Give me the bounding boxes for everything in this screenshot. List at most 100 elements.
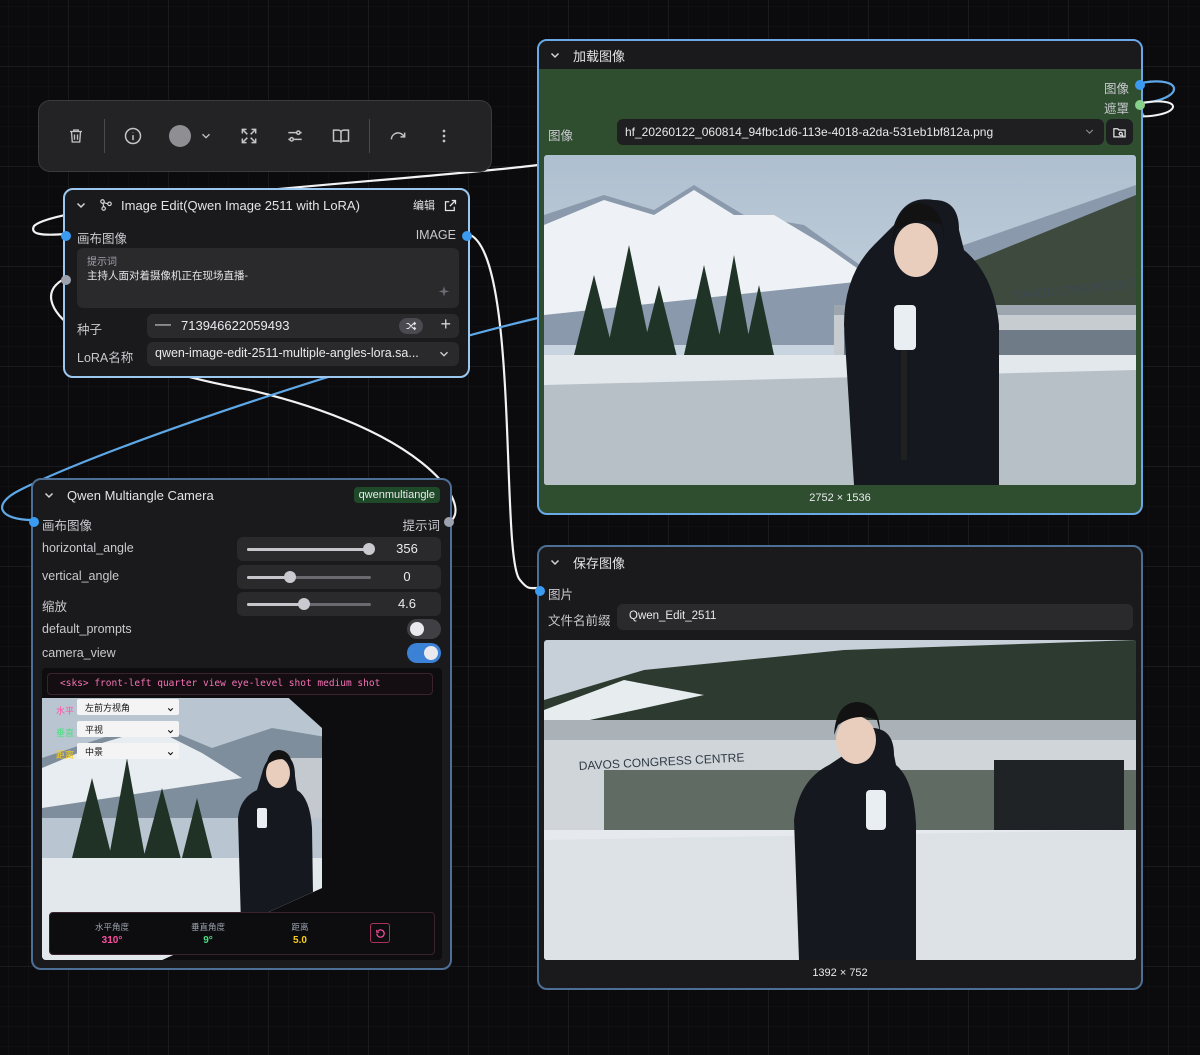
node-toolbar [38, 100, 492, 172]
folder-search-icon [1112, 125, 1127, 143]
camera-view-widget[interactable]: <sks> front-left quarter view eye-level … [42, 668, 442, 960]
node-header[interactable]: 保存图像 [539, 547, 1141, 577]
chevron-down-icon [1083, 125, 1096, 141]
more-vertical-icon[interactable] [421, 116, 467, 156]
chevron-down-icon[interactable] [43, 489, 55, 501]
open-external-icon[interactable] [443, 198, 458, 213]
trash-icon[interactable] [53, 116, 99, 156]
camera-view-toggle[interactable] [407, 643, 441, 663]
node-header[interactable]: Qwen Multiangle Camera qwenmultiangle [33, 480, 450, 510]
output-mask-slot[interactable] [1135, 100, 1145, 110]
image-file-select[interactable]: hf_20260122_060814_94fbc1d6-113e-4018-a2… [617, 119, 1104, 145]
output-image-label: IMAGE [415, 228, 456, 242]
image-dimensions: 2752 × 1536 [809, 492, 871, 504]
randomize-icon[interactable] [399, 318, 423, 334]
prefix-label: 文件名前缀 [548, 614, 611, 628]
input-canvas-slot[interactable] [29, 517, 39, 527]
prefix-value[interactable]: Qwen_Edit_2511 [629, 610, 716, 622]
d-select[interactable]: 中景 [77, 743, 179, 759]
slider-knob[interactable] [298, 598, 311, 610]
vertical-angle-slider[interactable]: 0 [237, 565, 441, 589]
output-image-label: 图像 [1103, 82, 1129, 96]
node-header[interactable]: Image Edit(Qwen Image 2511 with LoRA) 编辑 [65, 190, 468, 220]
vertical-angle-value[interactable]: 0 [387, 569, 427, 584]
plus-icon[interactable]: + [440, 314, 451, 335]
lora-value: qwen-image-edit-2511-multiple-angles-lor… [155, 346, 419, 360]
input-canvas-slot[interactable] [61, 231, 71, 241]
prompt-label: 提示词 [87, 257, 117, 268]
info-icon[interactable] [110, 116, 156, 156]
zoom-label: 缩放 [42, 600, 68, 614]
fit-view-icon[interactable] [226, 116, 272, 156]
node-title: Image Edit(Qwen Image 2511 with LoRA) [121, 197, 360, 213]
toolbar-divider [104, 119, 105, 153]
prefix-input[interactable]: Qwen_Edit_2511 [617, 604, 1133, 630]
color-picker-button[interactable] [156, 125, 226, 147]
color-circle [169, 125, 191, 147]
minus-icon[interactable]: — [155, 316, 171, 334]
multiangle-camera-node[interactable]: Qwen Multiangle Camera qwenmultiangle 画布… [29, 478, 454, 970]
slider-knob[interactable] [284, 571, 297, 583]
save-image-node[interactable]: 保存图像 图片 文件名前缀 Qwen_Edit_2511 DAVOS CONGR… [535, 545, 1143, 990]
chevron-down-icon [166, 724, 175, 739]
reset-icon [375, 928, 385, 938]
sliders-icon[interactable] [272, 116, 318, 156]
horizontal-angle-label: horizontal_angle [42, 541, 134, 555]
input-canvas-label: 画布图像 [77, 232, 128, 246]
seed-value[interactable]: 713946622059493 [181, 318, 289, 333]
subgraph-icon [99, 198, 113, 212]
zoom-value[interactable]: 4.6 [387, 596, 427, 611]
camera-stats-panel: 水平角度 310° 垂直角度 9° 距离 5.0 [49, 912, 435, 955]
image-label: 图像 [548, 129, 574, 143]
prompt-preview-text: <sks> front-left quarter view eye-level … [60, 678, 381, 689]
load-image-node[interactable]: 加载图像 图像 遮罩 图像 hf_20260122_060814_94fbc1d… [537, 39, 1145, 515]
h-select[interactable]: 左前方视角 [77, 699, 179, 715]
horizontal-angle-slider[interactable]: 356 [237, 537, 441, 561]
chevron-down-icon [437, 347, 451, 364]
stat-v-label: 垂直角度 [190, 922, 225, 932]
default-prompts-toggle[interactable] [407, 619, 441, 639]
stat-h-label: 水平角度 [94, 922, 129, 932]
v-select[interactable]: 平视 [77, 721, 179, 737]
chevron-down-icon [202, 133, 210, 139]
h-select-value: 左前方视角 [85, 703, 131, 713]
output-prompt-label: 提示词 [402, 519, 440, 533]
chevron-down-icon[interactable] [75, 199, 87, 211]
prompt-input-slot[interactable] [61, 275, 71, 285]
input-image-slot[interactable] [535, 586, 545, 596]
node-badge: qwenmultiangle [353, 487, 440, 503]
lora-label: LoRA名称 [77, 351, 134, 365]
node-title: 保存图像 [573, 555, 626, 571]
folder-button[interactable] [1106, 119, 1133, 145]
prompt-textarea[interactable]: 提示词 主持人面对着摄像机正在现场直播- [77, 248, 459, 308]
v-select-value: 平视 [85, 725, 104, 735]
redo-icon[interactable] [375, 116, 421, 156]
output-prompt-slot[interactable] [444, 517, 454, 527]
book-icon[interactable] [318, 116, 364, 156]
output-image-slot[interactable] [1135, 80, 1145, 90]
sparkle-icon[interactable] [437, 285, 451, 302]
chevron-down-icon[interactable] [549, 556, 561, 568]
stat-v-value: 9° [203, 935, 213, 946]
output-image-slot[interactable] [462, 231, 472, 241]
camera-view-label: camera_view [42, 646, 116, 660]
chevron-down-icon[interactable] [549, 49, 561, 61]
horizontal-angle-value[interactable]: 356 [387, 541, 427, 556]
seed-stepper[interactable]: — 713946622059493 + [147, 314, 459, 338]
edit-label[interactable]: 编辑 [413, 197, 435, 213]
d-select-label: 距离 [56, 750, 75, 760]
seed-label: 种子 [77, 323, 103, 337]
node-header[interactable]: 加载图像 [539, 41, 1141, 69]
lora-select[interactable]: qwen-image-edit-2511-multiple-angles-lor… [147, 342, 459, 366]
stat-d-value: 5.0 [293, 935, 307, 946]
input-canvas-label: 画布图像 [42, 519, 93, 533]
chevron-down-icon [166, 746, 175, 761]
chevron-down-icon [166, 702, 175, 717]
prompt-text: 主持人面对着摄像机正在现场直播- [87, 270, 248, 282]
input-image-label: 图片 [548, 588, 574, 602]
slider-knob[interactable] [362, 543, 375, 555]
zoom-slider[interactable]: 4.6 [237, 592, 441, 616]
reset-button[interactable] [370, 923, 390, 943]
prompt-preview: <sks> front-left quarter view eye-level … [47, 673, 433, 695]
image-edit-node[interactable]: Image Edit(Qwen Image 2511 with LoRA) 编辑… [61, 188, 472, 378]
